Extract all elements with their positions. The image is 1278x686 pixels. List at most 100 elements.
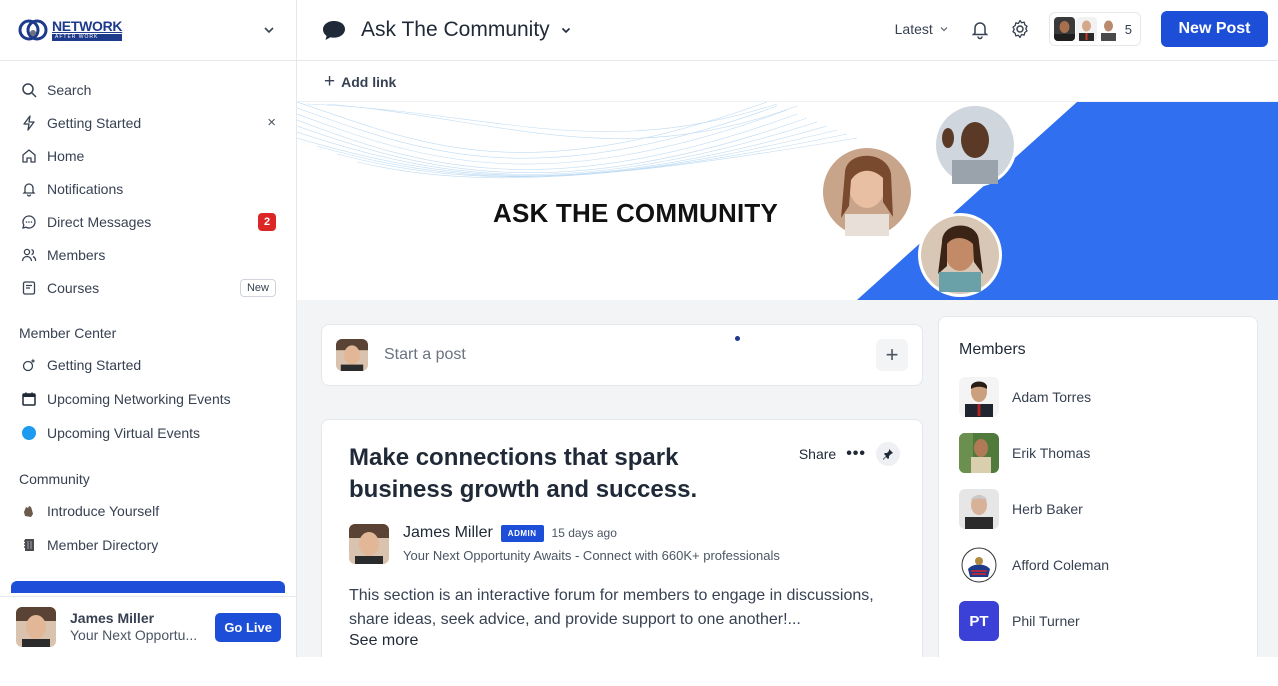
avatar[interactable] <box>16 607 56 647</box>
sidebar-item-label: Member Directory <box>47 537 159 553</box>
main-nav: Search Getting Started × Home Notificati… <box>0 61 296 562</box>
sidebar-item-members[interactable]: Members <box>0 238 296 271</box>
sidebar-item-courses[interactable]: Courses New <box>0 271 296 304</box>
banner-title: ASK THE COMMUNITY <box>493 198 779 228</box>
sidebar: NETWORK AFTER WORK Search Getting Starte… <box>0 0 297 657</box>
current-user-footer: James Miller Your Next Opportu... Go Liv… <box>0 596 296 657</box>
member-item[interactable]: PT Phil Turner <box>959 601 1080 641</box>
add-link-button[interactable]: + Add link <box>297 62 1278 102</box>
share-button[interactable]: Share <box>799 446 836 462</box>
logo-wordmark: NETWORK <box>52 18 123 34</box>
logo-tagline: AFTER WORK <box>52 34 123 41</box>
search-icon <box>20 81 38 99</box>
sidebar-item-introduce-yourself[interactable]: Introduce Yourself <box>0 494 296 528</box>
current-user-subtitle: Your Next Opportu... <box>70 627 198 643</box>
chevron-down-icon[interactable] <box>560 24 572 36</box>
sidebar-item-label: Direct Messages <box>47 213 152 230</box>
see-more-link[interactable]: See more <box>349 632 418 650</box>
logo-icon <box>18 19 48 41</box>
author-headline: Your Next Opportunity Awaits - Connect w… <box>403 548 780 563</box>
sidebar-item-label: Upcoming Virtual Events <box>47 425 201 441</box>
member-item[interactable]: Afford Coleman <box>959 545 1109 585</box>
sidebar-item-virtual-events[interactable]: Upcoming Virtual Events <box>0 416 296 450</box>
avatar[interactable] <box>349 524 389 564</box>
member-name: Erik Thomas <box>1012 445 1091 461</box>
post-timestamp[interactable]: 15 days ago <box>552 526 617 540</box>
sidebar-item-notifications[interactable]: Notifications <box>0 172 296 205</box>
sidebar-item-label: Notifications <box>47 180 124 197</box>
sidebar-item-search[interactable]: Search <box>0 73 296 106</box>
gear-icon[interactable] <box>1009 18 1031 40</box>
member-avatars-pill[interactable]: 5 <box>1048 12 1141 46</box>
wave-icon <box>20 502 38 520</box>
member-name: Adam Torres <box>1012 389 1092 405</box>
members-heading: Members <box>959 341 1026 358</box>
sidebar-item-label: Home <box>47 147 85 164</box>
bolt-icon <box>20 114 38 132</box>
avatar <box>1053 17 1075 41</box>
avatar <box>336 339 368 371</box>
page-bottom-edge <box>0 657 1278 686</box>
go-live-button[interactable]: Go Live <box>215 612 281 642</box>
start-post-input[interactable]: Start a post <box>384 346 876 364</box>
bell-icon[interactable] <box>969 18 991 40</box>
author-name[interactable]: James Miller <box>403 524 493 542</box>
sidebar-item-member-directory[interactable]: Member Directory <box>0 528 296 562</box>
indicator-dot <box>735 336 740 341</box>
avatar-initials: PT <box>959 601 999 641</box>
sort-label: Latest <box>894 21 933 37</box>
sidebar-item-networking-events[interactable]: Upcoming Networking Events <box>0 382 296 416</box>
active-nav-highlight[interactable] <box>11 581 285 593</box>
sidebar-item-label: Search <box>47 81 92 98</box>
member-name: Afford Coleman <box>1012 557 1110 573</box>
current-user-name: James Miller <box>70 609 155 626</box>
avatar <box>959 545 999 585</box>
post-card: Make connections that spark business gro… <box>321 419 923 679</box>
directory-icon <box>20 536 38 554</box>
add-attachment-button[interactable]: + <box>876 339 908 371</box>
avatar <box>1097 17 1119 41</box>
post-composer[interactable]: Start a post + <box>321 324 923 386</box>
sidebar-header: NETWORK AFTER WORK <box>0 0 296 61</box>
new-badge: New <box>239 278 276 297</box>
chat-icon <box>20 213 38 231</box>
more-options-icon[interactable]: ••• <box>846 445 866 463</box>
close-icon[interactable]: × <box>267 114 276 131</box>
sidebar-item-label: Members <box>47 246 106 263</box>
member-name: Phil Turner <box>1012 613 1080 629</box>
member-item[interactable]: Erik Thomas <box>959 433 1090 473</box>
topbar: Ask The Community Latest 5 New Post <box>297 0 1278 61</box>
avatar <box>959 433 999 473</box>
sidebar-item-label: Courses <box>47 279 100 296</box>
member-item[interactable]: Adam Torres <box>959 377 1091 417</box>
chevron-down-icon[interactable] <box>262 23 276 37</box>
calendar-icon <box>20 390 38 408</box>
sidebar-item-getting-started[interactable]: Getting Started × <box>0 106 296 139</box>
member-count: 5 <box>1124 21 1132 37</box>
book-icon <box>20 279 38 297</box>
sidebar-item-label: Upcoming Networking Events <box>47 391 231 407</box>
post-title[interactable]: Make connections that spark business gro… <box>349 442 789 506</box>
home-icon <box>20 147 38 165</box>
sidebar-item-direct-messages[interactable]: Direct Messages 2 <box>0 205 296 238</box>
avatar <box>959 377 999 417</box>
sort-dropdown[interactable]: Latest <box>895 21 949 37</box>
page-title: Ask The Community <box>361 18 550 41</box>
banner-graphic <box>297 102 1278 300</box>
pin-icon[interactable] <box>876 442 900 466</box>
avatar <box>1075 17 1097 41</box>
new-post-button[interactable]: New Post <box>1161 11 1268 47</box>
sidebar-item-mc-getting-started[interactable]: Getting Started <box>0 348 296 382</box>
blue-dot-icon <box>20 424 38 442</box>
logo[interactable]: NETWORK AFTER WORK <box>18 17 123 43</box>
bell-icon <box>20 180 38 198</box>
speech-bubble-icon <box>323 21 345 40</box>
users-icon <box>20 246 38 264</box>
sidebar-item-home[interactable]: Home <box>0 139 296 172</box>
chevron-down-icon <box>940 27 948 32</box>
sidebar-item-label: Getting Started <box>47 114 142 131</box>
section-heading-member-center: Member Center <box>19 325 117 341</box>
avatar <box>959 489 999 529</box>
space-banner: ASK THE COMMUNITY <box>297 102 1278 300</box>
member-item[interactable]: Herb Baker <box>959 489 1083 529</box>
